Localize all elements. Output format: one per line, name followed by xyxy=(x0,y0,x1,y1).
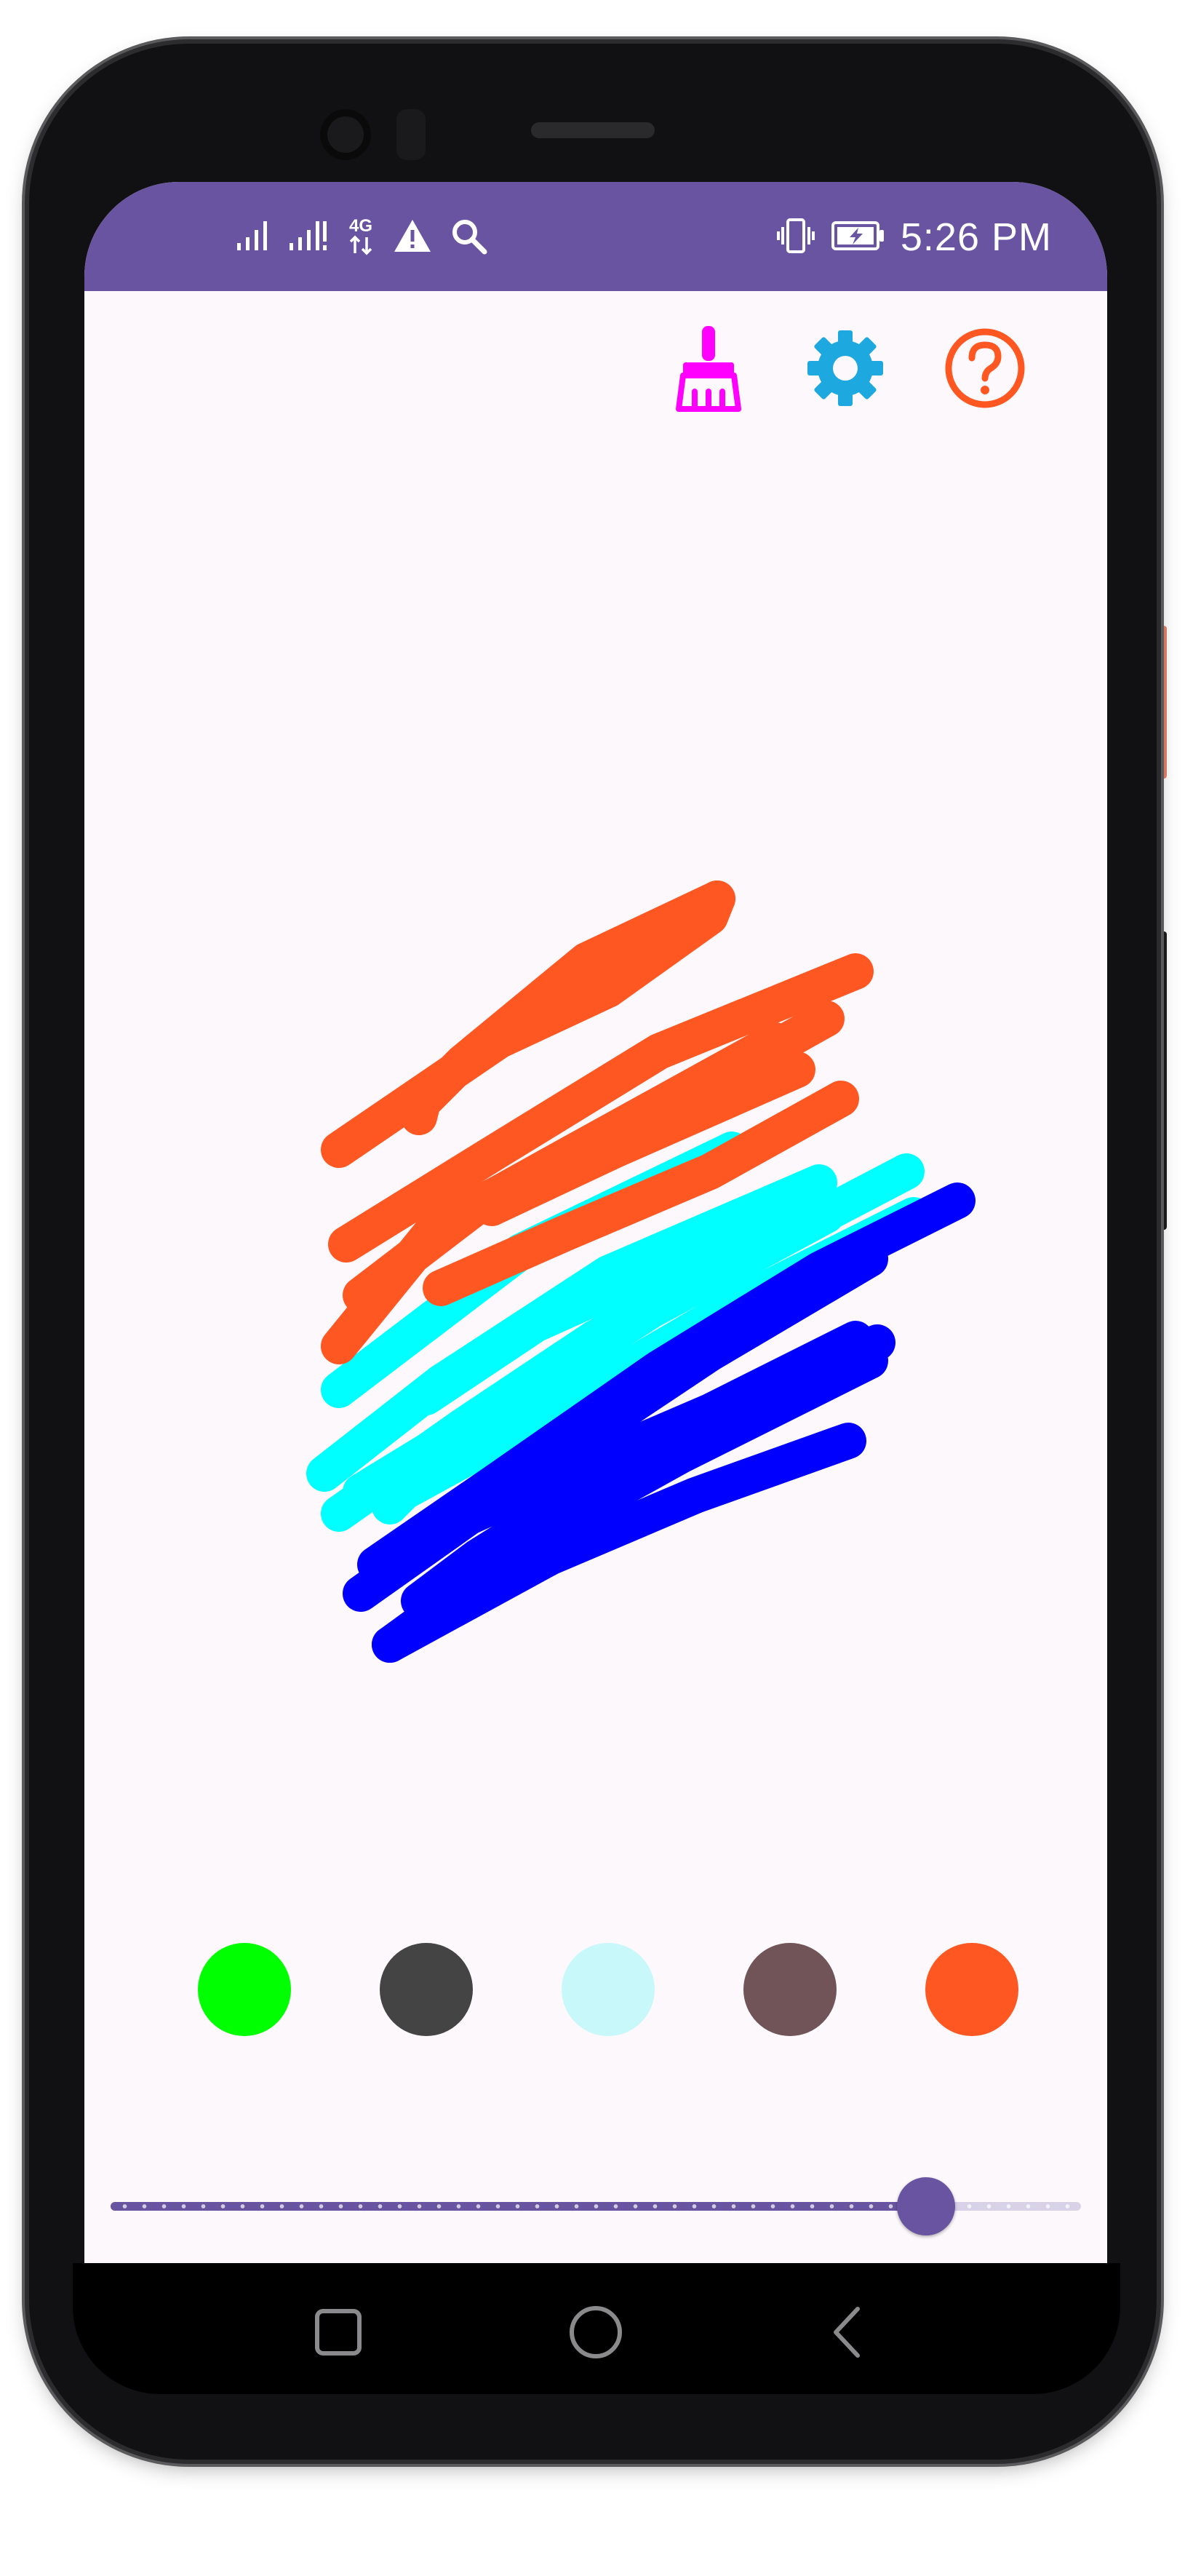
signal-alert-icon xyxy=(288,220,329,255)
color-swatch-light-cyan[interactable] xyxy=(562,1943,655,2036)
toolbar xyxy=(642,317,1107,419)
status-time: 5:26 PM xyxy=(900,215,1052,259)
drawing-strokes xyxy=(306,880,975,1663)
gear-icon xyxy=(807,330,883,406)
home-icon xyxy=(570,2306,622,2358)
signal-icon xyxy=(236,220,271,255)
front-camera xyxy=(320,109,371,160)
settings-button[interactable] xyxy=(794,317,896,419)
color-swatch-orange[interactable] xyxy=(925,1943,1018,2036)
app-screen: 4G 5:26 PM xyxy=(84,182,1107,2263)
navigation-bar xyxy=(73,2263,1120,2394)
status-bar: 4G 5:26 PM xyxy=(84,182,1107,291)
color-palette xyxy=(84,1943,1107,2045)
back-icon xyxy=(834,2307,860,2358)
battery-charging-icon xyxy=(831,219,886,256)
brush-size-slider[interactable] xyxy=(106,2176,1081,2235)
color-swatch-dark-gray[interactable] xyxy=(380,1943,473,2036)
broom-icon xyxy=(676,326,741,412)
proximity-sensor xyxy=(396,109,426,160)
clear-canvas-button[interactable] xyxy=(658,317,759,419)
color-swatch-brown[interactable] xyxy=(743,1943,837,2036)
warning-icon xyxy=(393,218,432,257)
back-button[interactable] xyxy=(800,2285,895,2380)
drawing-canvas[interactable] xyxy=(84,422,1107,2023)
search-icon xyxy=(450,217,487,258)
side-button-volume xyxy=(1157,931,1167,1230)
network-4g-icon: 4G xyxy=(346,215,375,260)
side-button-power xyxy=(1157,626,1167,779)
slider-thumb[interactable] xyxy=(896,2177,955,2235)
earpiece-speaker xyxy=(531,122,655,138)
recent-apps-button[interactable] xyxy=(291,2285,386,2380)
home-button[interactable] xyxy=(548,2285,643,2380)
vibrate-icon xyxy=(775,215,816,260)
recent-apps-icon xyxy=(315,2309,362,2356)
network-type-label: 4G xyxy=(349,216,372,236)
color-swatch-green[interactable] xyxy=(198,1943,291,2036)
help-icon xyxy=(945,328,1025,408)
help-button[interactable] xyxy=(934,317,1036,419)
